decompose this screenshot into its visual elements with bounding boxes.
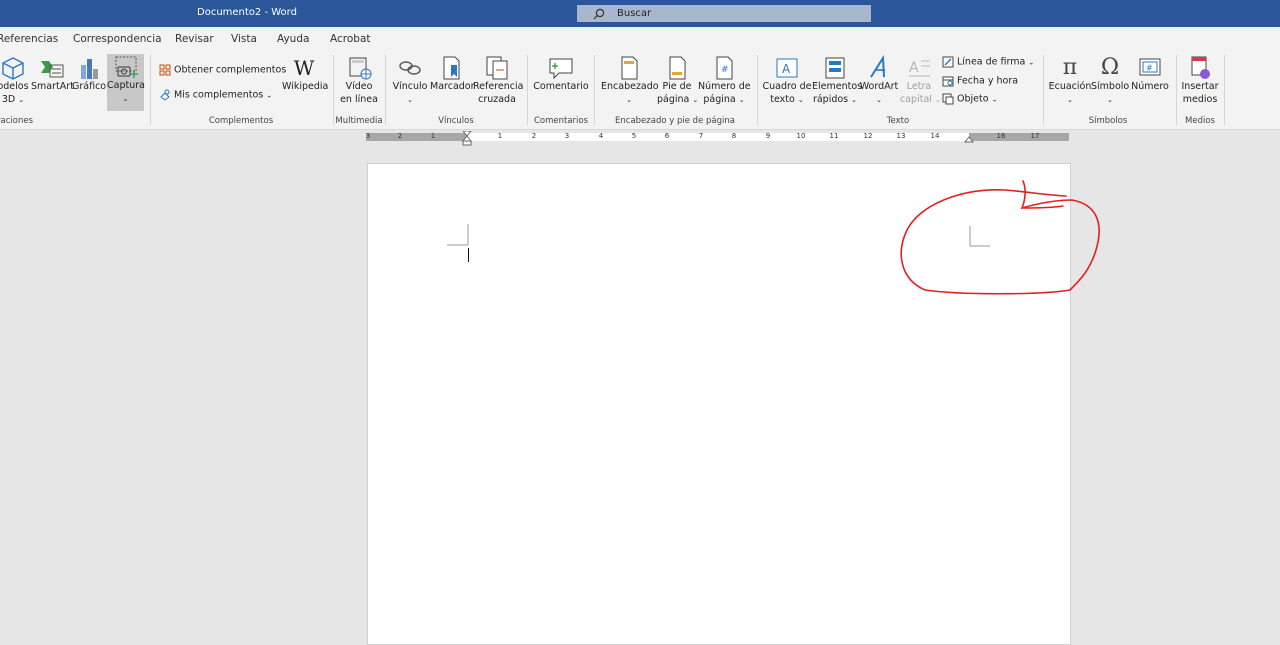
group-label-complementos: Complementos <box>208 116 274 126</box>
addins-icon <box>160 89 170 101</box>
calendar-icon <box>942 76 954 87</box>
cross-reference-icon <box>483 55 511 81</box>
linea-de-firma-button[interactable]: Línea de firma ⌄ <box>942 56 1034 68</box>
group-label-medios: Medios <box>1185 116 1215 126</box>
insertar-medios-button[interactable]: Insertar medios <box>1180 55 1220 106</box>
cuadro-de-texto-button[interactable]: A Cuadro de texto ⌄ <box>762 55 812 106</box>
marcador-button[interactable]: Marcador <box>430 55 475 94</box>
mis-complementos-button[interactable]: Mis complementos ⌄ <box>159 89 272 101</box>
comentario-button[interactable]: Comentario <box>533 55 589 94</box>
simbolo-button[interactable]: Ω Símbolo ⌄ <box>1091 55 1129 106</box>
bookmark-icon <box>437 55 465 81</box>
referencia-cruzada-button[interactable]: Referencia cruzada <box>473 55 523 106</box>
ecuacion-button[interactable]: π Ecuación ⌄ <box>1048 55 1092 106</box>
numero-de-pagina-button[interactable]: # Número de página ⌄ <box>698 55 751 106</box>
tab-ayuda[interactable]: Ayuda <box>277 33 309 45</box>
number-icon: # <box>1136 55 1164 81</box>
right-indent-marker[interactable] <box>964 135 974 143</box>
tab-revisar[interactable]: Revisar <box>175 33 214 45</box>
video-en-linea-button[interactable]: Vídeo en línea <box>338 55 380 106</box>
textbox-icon: A <box>773 55 801 81</box>
numero-button[interactable]: # Número <box>1131 55 1169 94</box>
insert-media-icon <box>1186 55 1214 81</box>
object-icon <box>942 93 954 105</box>
fecha-y-hora-button[interactable]: Fecha y hora <box>942 75 1018 87</box>
signature-line-icon <box>942 56 954 68</box>
text-cursor <box>468 248 469 262</box>
ribbon: odelos 3D ⌄ SmartArt Gráfico Captura ⌄ r… <box>0 53 1280 130</box>
wikipedia-icon: W <box>293 56 315 80</box>
comment-icon <box>547 55 575 81</box>
search-box[interactable]: Buscar <box>577 5 871 22</box>
page-number-icon: # <box>710 55 738 81</box>
indent-marker[interactable] <box>462 131 472 147</box>
link-icon <box>396 55 424 81</box>
elementos-rapidos-button[interactable]: Elementos rápidos ⌄ <box>812 55 862 106</box>
group-label-comentarios: Comentarios <box>533 116 589 126</box>
quick-parts-icon <box>821 55 849 81</box>
window-title: Documento2 - Word <box>197 7 297 18</box>
omega-icon: Ω <box>1100 55 1120 80</box>
wikipedia-button[interactable]: W Wikipedia <box>282 55 328 94</box>
group-label-vinculos: Vínculos <box>438 116 474 126</box>
pie-de-pagina-button[interactable]: Pie de página ⌄ <box>657 55 698 106</box>
svg-text:A: A <box>909 60 919 76</box>
footer-icon <box>663 55 691 81</box>
ribbon-tabs: Referencias Correspondencia Revisar Vist… <box>0 27 1280 53</box>
search-icon <box>593 8 605 20</box>
svg-text:#: # <box>721 65 729 75</box>
tab-correspondencia[interactable]: Correspondencia <box>73 33 162 45</box>
group-label-texto: Texto <box>886 116 910 126</box>
store-icon <box>159 64 171 76</box>
tab-referencias[interactable]: Referencias <box>0 33 58 45</box>
cube-icon <box>0 55 27 81</box>
wordart-button[interactable]: WordArt ⌄ <box>859 54 899 106</box>
horizontal-ruler[interactable]: 3 2 1 1 2 3 4 5 6 7 8 9 10 11 12 13 14 1… <box>366 131 1069 146</box>
svg-text:#: # <box>1146 64 1153 73</box>
encabezado-button[interactable]: Encabezado ⌄ <box>601 55 659 106</box>
svg-text:A: A <box>782 62 791 76</box>
wordart-icon <box>865 54 893 81</box>
drop-cap-icon: A <box>905 55 933 81</box>
group-label-simbolos: Símbolos <box>1088 116 1128 126</box>
captura-button[interactable]: Captura ⌄ <box>107 54 145 111</box>
group-label-encabezado: Encabezado y pie de página <box>615 116 735 126</box>
letra-capital-button[interactable]: A Letra capital ⌄ <box>900 55 941 106</box>
obtener-complementos-button[interactable]: Obtener complementos <box>159 64 286 76</box>
smartart-icon <box>37 55 65 81</box>
vinculo-button[interactable]: Vínculo ⌄ <box>391 55 429 106</box>
objeto-button[interactable]: Objeto ⌄ <box>942 93 997 105</box>
pi-icon: π <box>1062 55 1078 80</box>
red-circle-annotation <box>900 180 1100 295</box>
chart-icon <box>75 55 103 81</box>
title-bar: Documento2 - Word Buscar <box>0 0 1280 27</box>
search-placeholder: Buscar <box>617 8 652 19</box>
tab-acrobat[interactable]: Acrobat <box>330 33 371 45</box>
tab-vista[interactable]: Vista <box>231 33 257 45</box>
group-label-ilustraciones: raciones <box>0 116 33 126</box>
group-label-multimedia: Multimedia <box>335 116 383 126</box>
screenshot-icon <box>112 54 140 80</box>
online-video-icon <box>345 55 373 81</box>
grafico-button[interactable]: Gráfico <box>72 55 106 94</box>
smartart-button[interactable]: SmartArt <box>31 55 74 94</box>
modelos-3d-button[interactable]: odelos 3D ⌄ <box>0 55 30 106</box>
header-icon <box>615 55 643 81</box>
